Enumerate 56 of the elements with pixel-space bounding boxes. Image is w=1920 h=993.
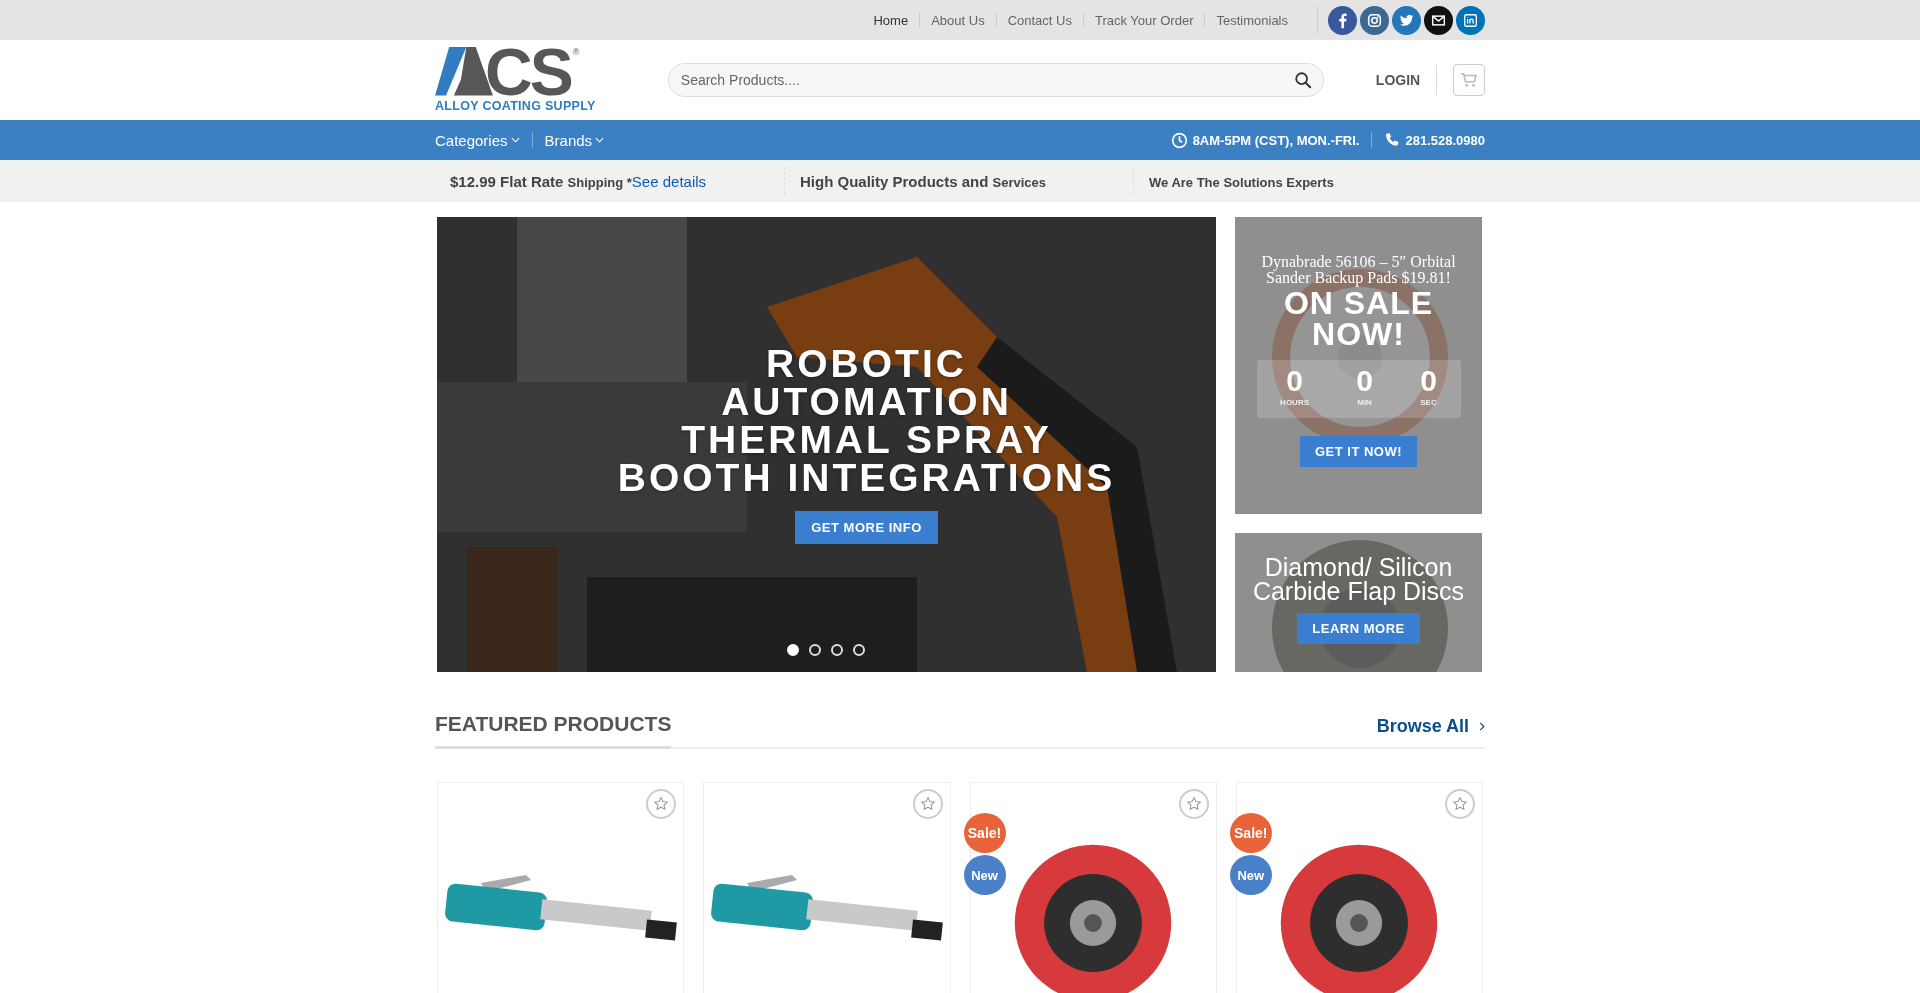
business-hours: 8AM-5PM (CST), MON.-FRI. bbox=[1192, 132, 1360, 148]
countdown-value: 0 bbox=[1356, 364, 1373, 398]
product-card[interactable] bbox=[437, 782, 685, 993]
on-sale-headline: ON SALE NOW! bbox=[1282, 288, 1435, 350]
star-icon bbox=[1185, 796, 1202, 812]
learn-more-button[interactable]: LEARN MORE bbox=[1297, 613, 1420, 644]
email-icon[interactable] bbox=[1424, 5, 1453, 35]
nav-menu-link[interactable]: Categories bbox=[435, 131, 520, 149]
slider-dot[interactable] bbox=[809, 644, 821, 656]
phone-number[interactable]: 281.528.0980 bbox=[1405, 132, 1485, 148]
promo-text: $12.99 Flat Rate Shipping *See details bbox=[450, 172, 707, 190]
countdown-unit: MIN bbox=[1357, 398, 1372, 407]
star-icon bbox=[1452, 796, 1468, 812]
countdown-value: 0 bbox=[1420, 364, 1437, 398]
chevron-right-icon bbox=[1479, 722, 1485, 731]
top-nav-link[interactable]: Home bbox=[862, 12, 920, 28]
clock-icon bbox=[1170, 131, 1188, 149]
see-details-link[interactable]: See details bbox=[631, 172, 707, 190]
twitter-icon[interactable] bbox=[1392, 5, 1421, 35]
get-more-info-button[interactable]: GET MORE INFO bbox=[795, 511, 938, 544]
nav-menu-link[interactable]: Brands bbox=[544, 131, 605, 149]
countdown-unit: SEC bbox=[1420, 398, 1437, 407]
get-it-now-button[interactable]: GET IT NOW! bbox=[1299, 436, 1418, 467]
top-nav-link[interactable]: Contact Us bbox=[996, 12, 1083, 28]
search-icon[interactable] bbox=[1293, 71, 1312, 89]
phone-icon bbox=[1384, 132, 1401, 148]
star-icon bbox=[653, 796, 670, 812]
caret-icon bbox=[510, 137, 520, 143]
browse-all-link[interactable]: Browse All bbox=[1376, 716, 1485, 747]
sale-badge: Sale! bbox=[1229, 813, 1272, 853]
slider-dot[interactable] bbox=[853, 644, 865, 656]
instagram-icon[interactable] bbox=[1360, 5, 1389, 35]
flap-disc-title: Diamond/ Silicon Carbide Flap Discs bbox=[1251, 555, 1466, 603]
caret-icon bbox=[595, 137, 605, 143]
new-badge: New bbox=[963, 855, 1006, 895]
slider-dot[interactable] bbox=[831, 644, 843, 656]
product-card[interactable] bbox=[703, 782, 951, 993]
hero-headline: ROBOTIC AUTOMATION THERMAL SPRAY BOOTH INTEGRATIONS bbox=[617, 345, 1116, 497]
company-logo[interactable]: CS® ALLOY COATING SUPPLY bbox=[435, 47, 634, 113]
linkedin-icon[interactable] bbox=[1456, 5, 1485, 35]
facebook-icon[interactable] bbox=[1328, 5, 1357, 35]
product-promo-title: Dynabrade 56106 – 5″ Orbital Sander Backup Pads $19.81! bbox=[1260, 254, 1457, 286]
top-nav-link[interactable]: Testimonials bbox=[1205, 12, 1299, 28]
countdown-value: 0 bbox=[1286, 364, 1303, 398]
login-link[interactable]: LOGIN bbox=[1375, 72, 1421, 88]
cart-icon bbox=[1460, 72, 1479, 88]
top-nav-link[interactable]: About Us bbox=[920, 12, 996, 28]
search-field[interactable]: Search Products.... bbox=[667, 63, 1324, 97]
top-nav-link[interactable]: Track Your Order bbox=[1083, 12, 1205, 28]
star-icon bbox=[919, 796, 936, 812]
sale-badge: Sale! bbox=[963, 813, 1006, 853]
section-heading: FEATURED PRODUCTS bbox=[435, 712, 672, 749]
promo-text: High Quality Products and Services bbox=[800, 172, 1047, 190]
countdown-unit: HOURS bbox=[1280, 398, 1309, 407]
new-badge: New bbox=[1229, 855, 1272, 895]
promo-text: We Are The Solutions Experts bbox=[1149, 173, 1334, 190]
